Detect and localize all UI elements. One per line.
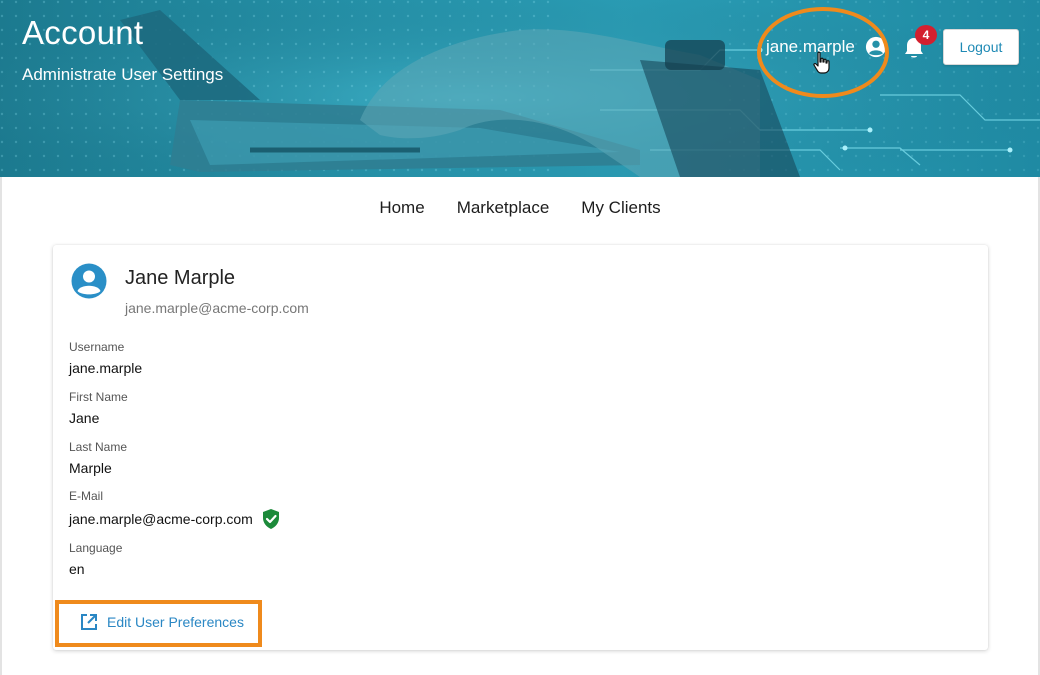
page-subtitle: Administrate User Settings xyxy=(22,65,224,84)
email-label: E-Mail xyxy=(69,489,104,503)
email-value-text: jane.marple@acme-corp.com xyxy=(69,511,253,527)
edit-user-preferences-link[interactable]: Edit User Preferences xyxy=(79,612,244,632)
last-name-value: Marple xyxy=(69,460,112,476)
username-value-text: jane.marple xyxy=(69,360,143,376)
account-circle-icon xyxy=(865,36,886,58)
first-name-value: Jane xyxy=(69,410,99,426)
first-name-label: First Name xyxy=(69,390,128,404)
profile-card: Jane Marple jane.marple@acme-corp.com Us… xyxy=(53,245,988,650)
hand-pointer-cursor-icon xyxy=(813,51,830,74)
page-title: Account xyxy=(22,14,144,51)
first-name-value-text: Jane xyxy=(69,410,100,426)
language-value-text: en xyxy=(69,561,85,577)
logout-button[interactable]: Logout xyxy=(943,29,1019,65)
shield-check-icon xyxy=(262,509,279,529)
header-banner: Account Administrate User Settings xyxy=(0,0,1040,177)
profile-email: jane.marple@acme-corp.com xyxy=(125,300,309,316)
language-label: Language xyxy=(69,541,123,555)
main-nav: Home Marketplace My Clients xyxy=(0,177,1040,239)
email-value: jane.marple@acme-corp.com xyxy=(69,508,281,530)
account-circle-icon xyxy=(71,263,107,299)
last-name-label: Last Name xyxy=(69,440,128,454)
username-label: Username xyxy=(69,340,125,354)
nav-item-home[interactable]: Home xyxy=(379,198,424,218)
language-value: en xyxy=(69,561,85,577)
profile-full-name: Jane Marple xyxy=(125,267,236,289)
notification-count-badge: 4 xyxy=(915,25,937,45)
nav-item-my-clients[interactable]: My Clients xyxy=(581,198,660,218)
page-left-border xyxy=(0,177,2,675)
edit-user-preferences-label: Edit User Preferences xyxy=(107,614,244,630)
banner-background-image xyxy=(0,0,1040,177)
external-link-icon xyxy=(81,614,97,630)
user-menu-username: jane.marple xyxy=(766,37,855,56)
last-name-value-text: Marple xyxy=(69,460,112,476)
nav-item-marketplace[interactable]: Marketplace xyxy=(457,198,550,218)
username-value: jane.marple xyxy=(69,360,142,376)
